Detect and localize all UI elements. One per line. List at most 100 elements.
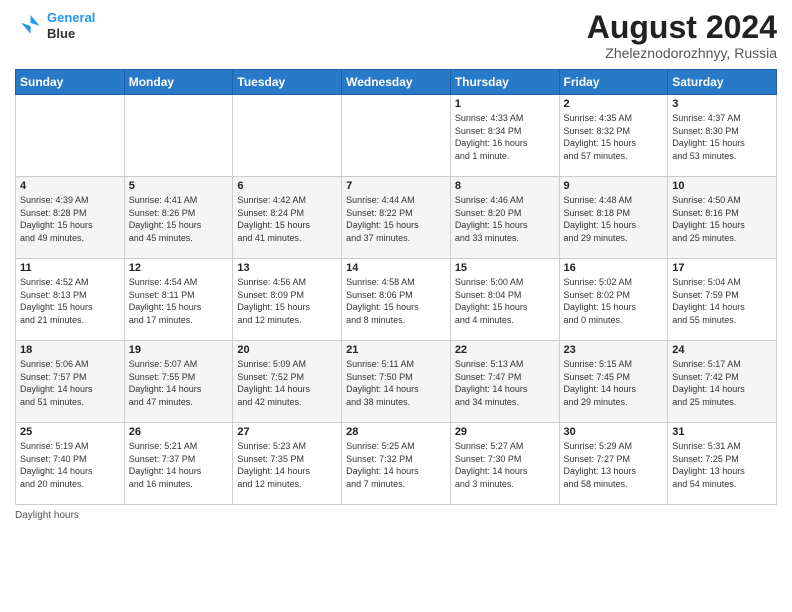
day-number: 2 [564, 98, 664, 110]
calendar-week-1: 1 Sunrise: 4:33 AM Sunset: 8:34 PM Daylig… [16, 95, 777, 177]
title-block: August 2024 Zheleznodorozhnyy, Russia [587, 10, 777, 61]
calendar-header-saturday: Saturday [668, 70, 777, 95]
day-info: Sunrise: 4:50 AM Sunset: 8:16 PM Dayligh… [672, 194, 772, 244]
calendar-cell: 6 Sunrise: 4:42 AM Sunset: 8:24 PM Daylig… [233, 177, 342, 259]
calendar-cell: 9 Sunrise: 4:48 AM Sunset: 8:18 PM Daylig… [559, 177, 668, 259]
calendar-header-row: SundayMondayTuesdayWednesdayThursdayFrid… [16, 70, 777, 95]
day-number: 6 [237, 180, 337, 192]
calendar-cell: 1 Sunrise: 4:33 AM Sunset: 8:34 PM Daylig… [450, 95, 559, 177]
day-number: 28 [346, 426, 446, 438]
page-container: General Blue August 2024 Zheleznodorozhn… [0, 0, 792, 612]
calendar-cell: 27Sunrise: 5:23 AM Sunset: 7:35 PM Dayli… [233, 423, 342, 505]
calendar-cell: 26 Sunrise: 5:21 AM Sunset: 7:37 PM Dayli… [124, 423, 233, 505]
header: General Blue August 2024 Zheleznodorozhn… [15, 10, 777, 61]
day-info: Sunrise: 5:00 AM Sunset: 8:04 PM Dayligh… [455, 276, 555, 326]
calendar-cell: 8Sunrise: 4:46 AM Sunset: 8:20 PM Daylig… [450, 177, 559, 259]
day-number: 19 [129, 344, 229, 356]
day-number: 29 [455, 426, 555, 438]
calendar-cell: 11 Sunrise: 4:52 AM Sunset: 8:13 PM Dayli… [16, 259, 125, 341]
day-info: Sunrise: 5:31 AM Sunset: 7:25 PM Dayligh… [672, 440, 772, 490]
day-number: 15 [455, 262, 555, 274]
day-info: Sunrise: 5:21 AM Sunset: 7:37 PM Dayligh… [129, 440, 229, 490]
day-info: Sunrise: 5:27 AM Sunset: 7:30 PM Dayligh… [455, 440, 555, 490]
day-info: Sunrise: 4:33 AM Sunset: 8:34 PM Dayligh… [455, 112, 555, 162]
logo-icon [15, 12, 43, 40]
day-info: Sunrise: 5:04 AM Sunset: 7:59 PM Dayligh… [672, 276, 772, 326]
calendar-cell: 15 Sunrise: 5:00 AM Sunset: 8:04 PM Dayli… [450, 259, 559, 341]
calendar-cell: 14Sunrise: 4:58 AM Sunset: 8:06 PM Dayli… [342, 259, 451, 341]
calendar-cell: 22 Sunrise: 5:13 AM Sunset: 7:47 PM Dayli… [450, 341, 559, 423]
footer: Daylight hours [15, 510, 777, 521]
calendar-cell: 28 Sunrise: 5:25 AM Sunset: 7:32 PM Dayli… [342, 423, 451, 505]
day-number: 20 [237, 344, 337, 356]
calendar-header-friday: Friday [559, 70, 668, 95]
day-number: 4 [20, 180, 120, 192]
calendar-cell [342, 95, 451, 177]
calendar-cell: 23 Sunrise: 5:15 AM Sunset: 7:45 PM Dayli… [559, 341, 668, 423]
calendar-cell: 16 Sunrise: 5:02 AM Sunset: 8:02 PM Dayli… [559, 259, 668, 341]
day-number: 13 [237, 262, 337, 274]
calendar-cell: 29 Sunrise: 5:27 AM Sunset: 7:30 PM Dayli… [450, 423, 559, 505]
day-number: 3 [672, 98, 772, 110]
day-number: 26 [129, 426, 229, 438]
day-info: Sunrise: 4:48 AM Sunset: 8:18 PM Dayligh… [564, 194, 664, 244]
day-info: Sunrise: 5:11 AM Sunset: 7:50 PM Dayligh… [346, 358, 446, 408]
calendar-cell: 12 Sunrise: 4:54 AM Sunset: 8:11 PM Dayli… [124, 259, 233, 341]
day-info: Sunrise: 5:23 AM Sunset: 7:35 PM Dayligh… [237, 440, 337, 490]
day-info: Sunrise: 5:29 AM Sunset: 7:27 PM Dayligh… [564, 440, 664, 490]
day-number: 18 [20, 344, 120, 356]
day-number: 12 [129, 262, 229, 274]
day-info: Sunrise: 5:15 AM Sunset: 7:45 PM Dayligh… [564, 358, 664, 408]
month-year-title: August 2024 [587, 10, 777, 45]
day-number: 23 [564, 344, 664, 356]
calendar-cell: 13 Sunrise: 4:56 AM Sunset: 8:09 PM Dayli… [233, 259, 342, 341]
calendar-week-2: 4Sunrise: 4:39 AM Sunset: 8:28 PM Daylig… [16, 177, 777, 259]
calendar-cell: 20 Sunrise: 5:09 AM Sunset: 7:52 PM Dayli… [233, 341, 342, 423]
day-number: 24 [672, 344, 772, 356]
day-number: 31 [672, 426, 772, 438]
calendar-week-3: 11 Sunrise: 4:52 AM Sunset: 8:13 PM Dayli… [16, 259, 777, 341]
day-info: Sunrise: 4:56 AM Sunset: 8:09 PM Dayligh… [237, 276, 337, 326]
calendar-header-thursday: Thursday [450, 70, 559, 95]
day-info: Sunrise: 5:13 AM Sunset: 7:47 PM Dayligh… [455, 358, 555, 408]
day-info: Sunrise: 4:52 AM Sunset: 8:13 PM Dayligh… [20, 276, 120, 326]
day-number: 10 [672, 180, 772, 192]
day-number: 9 [564, 180, 664, 192]
day-number: 16 [564, 262, 664, 274]
calendar-cell: 3 Sunrise: 4:37 AM Sunset: 8:30 PM Daylig… [668, 95, 777, 177]
calendar-cell: 25Sunrise: 5:19 AM Sunset: 7:40 PM Dayli… [16, 423, 125, 505]
day-info: Sunrise: 4:41 AM Sunset: 8:26 PM Dayligh… [129, 194, 229, 244]
day-number: 17 [672, 262, 772, 274]
day-info: Sunrise: 5:25 AM Sunset: 7:32 PM Dayligh… [346, 440, 446, 490]
day-info: Sunrise: 4:42 AM Sunset: 8:24 PM Dayligh… [237, 194, 337, 244]
day-info: Sunrise: 5:02 AM Sunset: 8:02 PM Dayligh… [564, 276, 664, 326]
logo: General Blue [15, 10, 95, 41]
calendar-header-monday: Monday [124, 70, 233, 95]
day-number: 11 [20, 262, 120, 274]
day-info: Sunrise: 4:44 AM Sunset: 8:22 PM Dayligh… [346, 194, 446, 244]
calendar-header-tuesday: Tuesday [233, 70, 342, 95]
calendar-cell: 7 Sunrise: 4:44 AM Sunset: 8:22 PM Daylig… [342, 177, 451, 259]
calendar-cell [16, 95, 125, 177]
day-number: 22 [455, 344, 555, 356]
day-info: Sunrise: 4:37 AM Sunset: 8:30 PM Dayligh… [672, 112, 772, 162]
day-info: Sunrise: 4:54 AM Sunset: 8:11 PM Dayligh… [129, 276, 229, 326]
calendar-cell: 4Sunrise: 4:39 AM Sunset: 8:28 PM Daylig… [16, 177, 125, 259]
day-info: Sunrise: 5:09 AM Sunset: 7:52 PM Dayligh… [237, 358, 337, 408]
day-number: 14 [346, 262, 446, 274]
day-info: Sunrise: 5:17 AM Sunset: 7:42 PM Dayligh… [672, 358, 772, 408]
calendar-cell: 18Sunrise: 5:06 AM Sunset: 7:57 PM Dayli… [16, 341, 125, 423]
day-number: 25 [20, 426, 120, 438]
day-number: 1 [455, 98, 555, 110]
day-number: 21 [346, 344, 446, 356]
day-info: Sunrise: 5:07 AM Sunset: 7:55 PM Dayligh… [129, 358, 229, 408]
calendar-header-sunday: Sunday [16, 70, 125, 95]
calendar-cell: 24 Sunrise: 5:17 AM Sunset: 7:42 PM Dayli… [668, 341, 777, 423]
calendar-cell: 30Sunrise: 5:29 AM Sunset: 7:27 PM Dayli… [559, 423, 668, 505]
calendar-cell: 10 Sunrise: 4:50 AM Sunset: 8:16 PM Dayli… [668, 177, 777, 259]
calendar-cell: 21 Sunrise: 5:11 AM Sunset: 7:50 PM Dayli… [342, 341, 451, 423]
calendar-cell: 5Sunrise: 4:41 AM Sunset: 8:26 PM Daylig… [124, 177, 233, 259]
calendar-week-5: 25Sunrise: 5:19 AM Sunset: 7:40 PM Dayli… [16, 423, 777, 505]
day-number: 7 [346, 180, 446, 192]
calendar-table: SundayMondayTuesdayWednesdayThursdayFrid… [15, 69, 777, 505]
